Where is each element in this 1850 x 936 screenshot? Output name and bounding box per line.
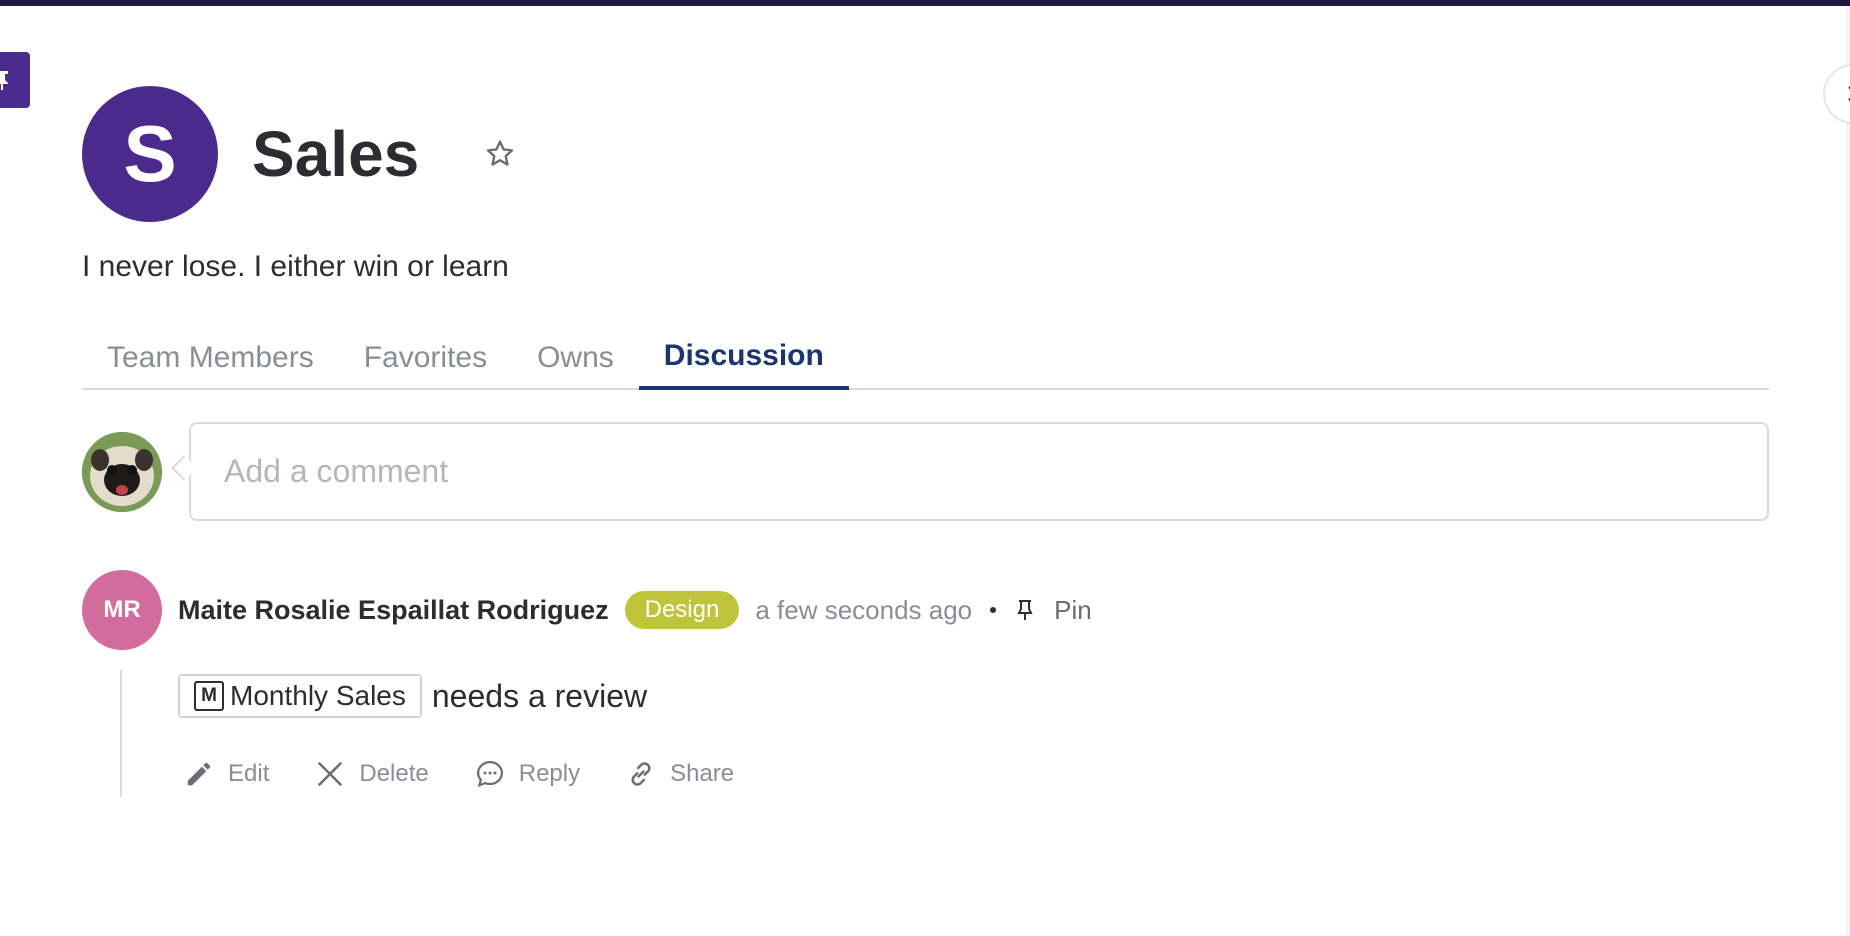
link-icon: [631, 762, 651, 786]
panel-edge: [1846, 6, 1850, 936]
author-avatar: MR: [82, 570, 162, 650]
edit-label: Edit: [228, 760, 270, 787]
tab-discussion[interactable]: Discussion: [638, 326, 849, 390]
pin-tab-button[interactable]: [0, 52, 30, 108]
metric-icon: M: [194, 681, 224, 711]
delete-button[interactable]: Delete: [315, 759, 429, 789]
team-tag-badge: Design: [624, 591, 740, 629]
share-button[interactable]: Share: [626, 759, 734, 789]
team-avatar: S: [82, 86, 218, 222]
separator-dot: [990, 607, 997, 613]
pin-label[interactable]: Pin: [1054, 595, 1092, 626]
post-text: needs a review: [431, 677, 648, 714]
post-actions: Edit Delete Reply Share: [184, 754, 780, 794]
pin-icon: [0, 71, 8, 90]
speech-bubble-icon: [476, 760, 503, 788]
favorite-button[interactable]: [483, 137, 517, 171]
reply-button[interactable]: Reply: [475, 759, 580, 789]
post-timestamp: a few seconds ago: [755, 594, 973, 625]
current-user-avatar: [82, 432, 162, 512]
x-icon: [318, 761, 343, 787]
reply-label: Reply: [518, 760, 581, 787]
asset-mention-chip[interactable]: M Monthly Sales: [178, 674, 422, 718]
pug-photo: [82, 432, 162, 512]
edit-button[interactable]: Edit: [184, 759, 269, 789]
close-button[interactable]: ✕: [1823, 64, 1850, 124]
thread-line: [120, 670, 122, 797]
share-label: Share: [670, 760, 735, 787]
pin-button[interactable]: [1014, 596, 1036, 624]
pencil-icon: [187, 762, 211, 786]
pin-icon: [1017, 600, 1033, 620]
star-icon: [487, 140, 514, 166]
post-body: M Monthly Sales needs a review: [178, 674, 647, 718]
post-header: Maite Rosalie Espaillat Rodriguez Design…: [178, 590, 1092, 630]
delete-label: Delete: [359, 760, 429, 787]
author-name[interactable]: Maite Rosalie Espaillat Rodriguez: [178, 595, 609, 626]
tab-bar: Team Members Favorites Owns Discussion: [82, 326, 1769, 390]
tab-owns[interactable]: Owns: [512, 326, 639, 390]
close-icon: ✕: [1845, 79, 1850, 110]
top-bar: [0, 0, 1850, 6]
team-tagline: I never lose. I either win or learn: [82, 250, 509, 283]
tab-favorites[interactable]: Favorites: [339, 326, 512, 390]
page-title: Sales: [252, 118, 420, 190]
mention-label: Monthly Sales: [230, 680, 406, 711]
comment-input[interactable]: Add a comment: [189, 422, 1769, 521]
team-header: S Sales: [82, 86, 517, 222]
tab-team-members[interactable]: Team Members: [82, 326, 339, 390]
